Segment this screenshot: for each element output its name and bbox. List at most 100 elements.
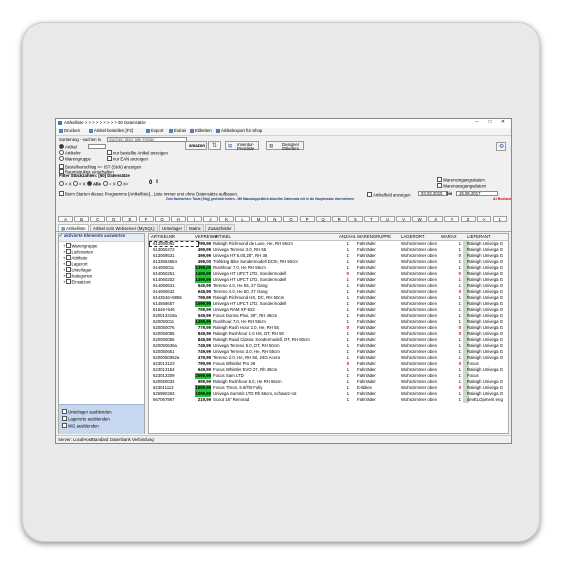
letter-button[interactable]: H	[170, 216, 186, 222]
letter-button[interactable]: X	[428, 216, 444, 222]
col-anzahl[interactable]: ANZAHL	[339, 234, 356, 239]
app-icon	[58, 121, 62, 125]
tree-item-attribute[interactable]: + Attribute	[63, 255, 88, 261]
col-warax[interactable]: WARAX	[441, 234, 457, 239]
menu-extras[interactable]: Extras	[169, 128, 186, 133]
letter-button[interactable]: B	[74, 216, 90, 222]
check-start-note[interactable]: Beim Starten dieses Programms [Artikelli…	[59, 191, 238, 197]
menu-print[interactable]: Drucken	[59, 128, 80, 133]
tab-unterlager[interactable]: Unterlager	[159, 224, 186, 231]
letter-button[interactable]: Y	[444, 216, 460, 222]
letter-button[interactable]: L	[235, 216, 251, 222]
maximize-icon[interactable]: □	[484, 120, 496, 127]
tree-item-kategorien[interactable]: + Kategorien	[63, 273, 92, 279]
refresh-button[interactable]: ⇅	[208, 141, 221, 150]
radio-artikelnr[interactable]: Artikelnr	[59, 150, 81, 156]
table-cell: Fahrräder	[357, 324, 376, 330]
check-warenausgang[interactable]: Warenausgangsdatum	[437, 183, 486, 189]
letter-button[interactable]: T	[363, 216, 379, 222]
letter-button[interactable]: U	[380, 216, 395, 222]
letter-button[interactable]: J	[202, 216, 218, 222]
radio-warengruppe[interactable]: Warengruppe	[59, 156, 91, 162]
tree-item-unterlager[interactable]: + Unterlager	[63, 267, 92, 273]
check-ordered[interactable]: nur bestellte Artikel anzeigen	[107, 150, 168, 156]
letter-button[interactable]: ->	[476, 216, 491, 222]
letter-button[interactable]: E	[122, 216, 138, 222]
date-to-input[interactable]: 15.06.2017	[456, 191, 498, 196]
minimize-icon[interactable]: –	[471, 120, 483, 127]
letter-button[interactable]: V	[396, 216, 412, 222]
letter-button[interactable]: N	[267, 216, 283, 222]
table-cell: 649,99	[197, 366, 211, 372]
filter-xlt[interactable]: X<	[117, 181, 128, 187]
letter-button[interactable]: 1	[492, 216, 507, 222]
col-warengruppe[interactable]: WARENGRUPPE	[357, 234, 391, 239]
letter-button[interactable]: Z	[460, 216, 476, 222]
spinner-icon[interactable]: ⇕	[155, 180, 159, 185]
table-cell: 623013154	[153, 366, 175, 372]
settings-button[interactable]: ⚙	[496, 142, 506, 151]
table-cell: Univega RAM XF-922	[213, 306, 255, 312]
col-lieferant[interactable]: LIEFERANT	[467, 234, 491, 239]
tab-artikelliste[interactable]: ▦ Artikelliste	[58, 224, 89, 231]
tree-header[interactable]: ✔ aktivierte Elemente auswerten	[59, 233, 144, 242]
table-cell: 620050076	[153, 324, 175, 330]
letter-button[interactable]: A	[58, 216, 73, 222]
table-cell: 1	[346, 342, 349, 348]
filter-eq[interactable]: = X	[103, 181, 116, 187]
tab-matrix[interactable]: Matrix	[186, 224, 204, 231]
letter-button[interactable]: G	[154, 216, 170, 222]
menu-order[interactable]: Artikel bestellen [F2]	[89, 128, 133, 133]
menu-labels[interactable]: Etiketten	[190, 128, 212, 133]
table-cell: 620050011	[153, 318, 175, 324]
check-ean[interactable]: nur EAN anzeigen	[107, 156, 148, 162]
menu-export[interactable]: Export	[146, 128, 163, 133]
tab-zusatzfelder[interactable]: Zusatzfelder	[205, 224, 235, 231]
filter-all[interactable]: Alle	[87, 181, 101, 187]
letter-button[interactable]: W	[412, 216, 428, 222]
check-wg-hide[interactable]: WG ausblenden	[62, 423, 99, 429]
inventur-button[interactable]: Inventur- Preisliste ▤	[225, 141, 259, 151]
tree-item-lieferanten[interactable]: + Lieferanten	[63, 249, 93, 255]
letter-button[interactable]: C	[90, 216, 106, 222]
table-cell: 1	[346, 246, 349, 252]
date-from-input[interactable]: 03.02.2015	[418, 191, 448, 196]
check-lagerorte-hide[interactable]: Lagerorte ausblenden	[62, 416, 110, 422]
designer-button[interactable]: Designer Etiketten ▥	[266, 141, 304, 151]
letter-button[interactable]: R	[331, 216, 347, 222]
letter-button[interactable]: I	[186, 216, 202, 222]
letter-button[interactable]: O	[283, 216, 299, 222]
small-search-input[interactable]	[88, 144, 106, 149]
col-artikelnr[interactable]: ARTIKELNR	[151, 234, 175, 239]
tab-webserver[interactable]: Artikel vom Webserver (MySQL)	[90, 224, 158, 231]
letter-button[interactable]: P	[299, 216, 315, 222]
table-cell: 613050472	[153, 246, 175, 252]
letter-button[interactable]: S	[347, 216, 363, 222]
search-input[interactable]: Suchen über alle Felder	[107, 137, 187, 142]
table-cell: Wohnzimmer oben	[401, 396, 437, 402]
table-cell: Wohnzimmer oben	[401, 342, 437, 348]
col-lagerort[interactable]: LAGERORT	[401, 234, 425, 239]
filter-value[interactable]: 0	[149, 180, 152, 186]
tree-item-lagerort[interactable]: + Lagerort	[63, 261, 88, 267]
letter-button[interactable]: F	[138, 216, 154, 222]
table-row[interactable]: 667067867 219,99 Scout 16" Rennrad 1 Fahrräd…	[149, 396, 508, 403]
letter-button[interactable]: D	[106, 216, 122, 222]
check-unterlager-hide[interactable]: Unterlager ausblenden	[62, 409, 111, 415]
tree-item-einsatzort[interactable]: + Einsatzort	[63, 279, 91, 285]
col-artikel[interactable]: ARTIKEL	[213, 234, 231, 239]
menu-shop-export[interactable]: Artikelexport für Shop	[216, 128, 262, 133]
close-icon[interactable]: ✕	[497, 120, 509, 127]
check-wareneingang[interactable]: Wareneingangsdatum	[437, 177, 485, 183]
table-cell: 620050651	[153, 348, 175, 354]
table-cell: Fahrräder	[357, 300, 376, 306]
filter-gt[interactable]: > X	[59, 181, 72, 187]
letter-button[interactable]: Q	[315, 216, 331, 222]
amazon-button[interactable]: amazon	[185, 141, 207, 150]
tree-item-warengruppe[interactable]: + Warengruppe	[63, 243, 97, 249]
radio-artikel[interactable]: Artikel	[59, 144, 77, 150]
check-artikelfeld[interactable]: Artikelfeld anzeigen	[367, 192, 411, 198]
filter-lt[interactable]: < X	[73, 181, 86, 187]
letter-button[interactable]: M	[251, 216, 267, 222]
letter-button[interactable]: K	[219, 216, 234, 222]
